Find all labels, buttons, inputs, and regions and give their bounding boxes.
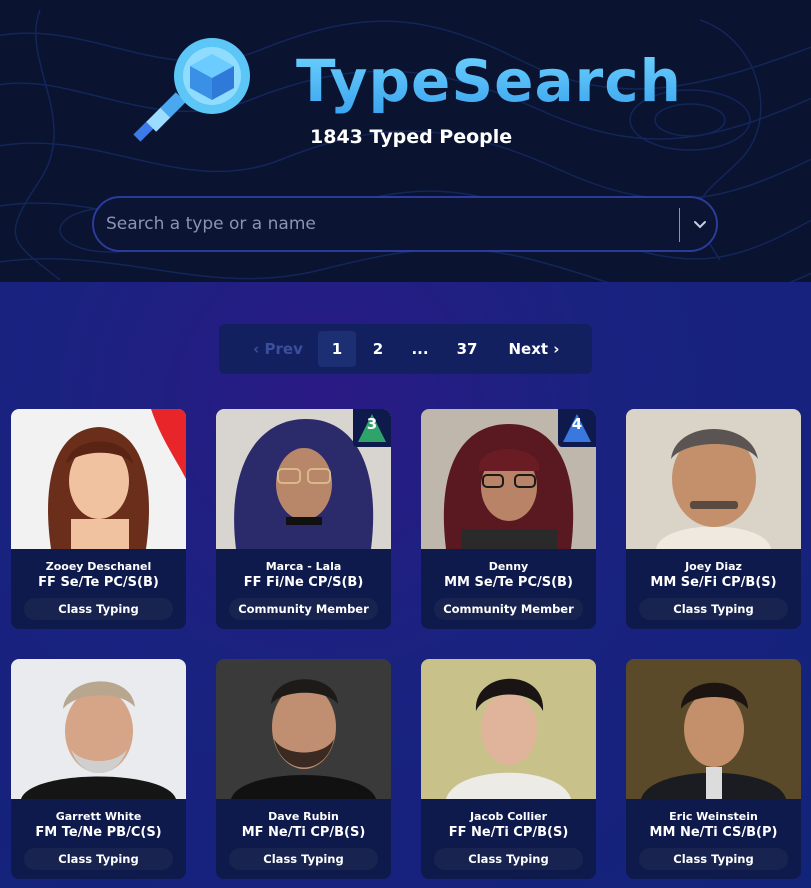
person-card[interactable]: Jacob Collier FF Ne/Ti CP/B(S) Class Typ…	[421, 659, 596, 879]
person-name: Marca - Lala	[265, 560, 342, 573]
page-2-button[interactable]: 2	[362, 324, 394, 374]
person-name: Zooey Deschanel	[45, 560, 152, 573]
person-card[interactable]: 4 Denny MM Se/Te PC/S(B) Community Membe…	[421, 409, 596, 629]
header: TypeSearch 1843 Typed People	[0, 0, 811, 282]
page-37-button[interactable]: 37	[449, 324, 485, 374]
level-badge: 3	[353, 409, 391, 447]
person-type: FF Ne/Ti CP/B(S)	[448, 825, 569, 840]
typing-source-badge: Class Typing	[229, 848, 378, 870]
level-badge: 4	[558, 409, 596, 447]
pagination: ‹ Prev 1 2 ... 37 Next ›	[219, 324, 592, 374]
search-bar[interactable]	[92, 196, 718, 252]
person-type: MM Se/Te PC/S(B)	[444, 575, 573, 590]
typing-source-badge: Community Member	[229, 598, 378, 620]
typing-source-badge: Class Typing	[639, 598, 788, 620]
person-name: Dave Rubin	[268, 810, 339, 823]
search-input[interactable]	[106, 198, 676, 250]
search-divider	[679, 208, 680, 242]
typing-source-badge: Community Member	[434, 598, 583, 620]
person-name: Garrett White	[55, 810, 142, 823]
person-type: FF Se/Te PC/S(B)	[38, 575, 159, 590]
person-photo	[216, 659, 391, 799]
person-card[interactable]: Eric Weinstein MM Ne/Ti CS/B(P) Class Ty…	[626, 659, 801, 879]
person-photo	[11, 659, 186, 799]
person-type: FM Te/Ne PB/C(S)	[35, 825, 162, 840]
person-name: Jacob Collier	[469, 810, 548, 823]
person-photo	[421, 659, 596, 799]
person-type: MF Ne/Ti CP/B(S)	[241, 825, 366, 840]
person-name: Joey Diaz	[685, 560, 742, 573]
typing-source-badge: Class Typing	[434, 848, 583, 870]
person-type: MM Se/Fi CP/B(S)	[650, 575, 777, 590]
prev-page-button[interactable]: ‹ Prev	[247, 324, 309, 374]
page-1-button[interactable]: 1	[318, 331, 356, 367]
person-name: Denny	[488, 560, 529, 573]
magnifier-cube-icon	[133, 38, 250, 142]
person-name: Eric Weinstein	[669, 810, 758, 823]
typing-source-badge: Class Typing	[24, 598, 173, 620]
results-area: ‹ Prev 1 2 ... 37 Next › Zooey Deschanel…	[0, 282, 811, 888]
chevron-down-icon[interactable]	[690, 214, 710, 234]
person-type: MM Ne/Ti CS/B(P)	[649, 825, 778, 840]
typing-source-badge: Class Typing	[24, 848, 173, 870]
person-photo	[626, 409, 801, 549]
people-count: 1843 Typed People	[310, 126, 513, 148]
level-number: 4	[571, 415, 583, 433]
typing-source-badge: Class Typing	[639, 848, 788, 870]
person-card[interactable]: Dave Rubin MF Ne/Ti CP/B(S) Class Typing	[216, 659, 391, 879]
brand-title: TypeSearch	[296, 47, 682, 115]
person-card[interactable]: 3 Marca - Lala FF Fi/Ne CP/S(B) Communit…	[216, 409, 391, 629]
person-type: FF Fi/Ne CP/S(B)	[243, 575, 364, 590]
level-number: 3	[366, 415, 378, 433]
person-photo	[626, 659, 801, 799]
page-ellipsis: ...	[411, 340, 429, 358]
person-card[interactable]: Garrett White FM Te/Ne PB/C(S) Class Typ…	[11, 659, 186, 879]
person-card[interactable]: Zooey Deschanel FF Se/Te PC/S(B) Class T…	[11, 409, 186, 629]
person-card[interactable]: Joey Diaz MM Se/Fi CP/B(S) Class Typing	[626, 409, 801, 629]
person-photo	[11, 409, 186, 549]
next-page-button[interactable]: Next ›	[501, 324, 567, 374]
